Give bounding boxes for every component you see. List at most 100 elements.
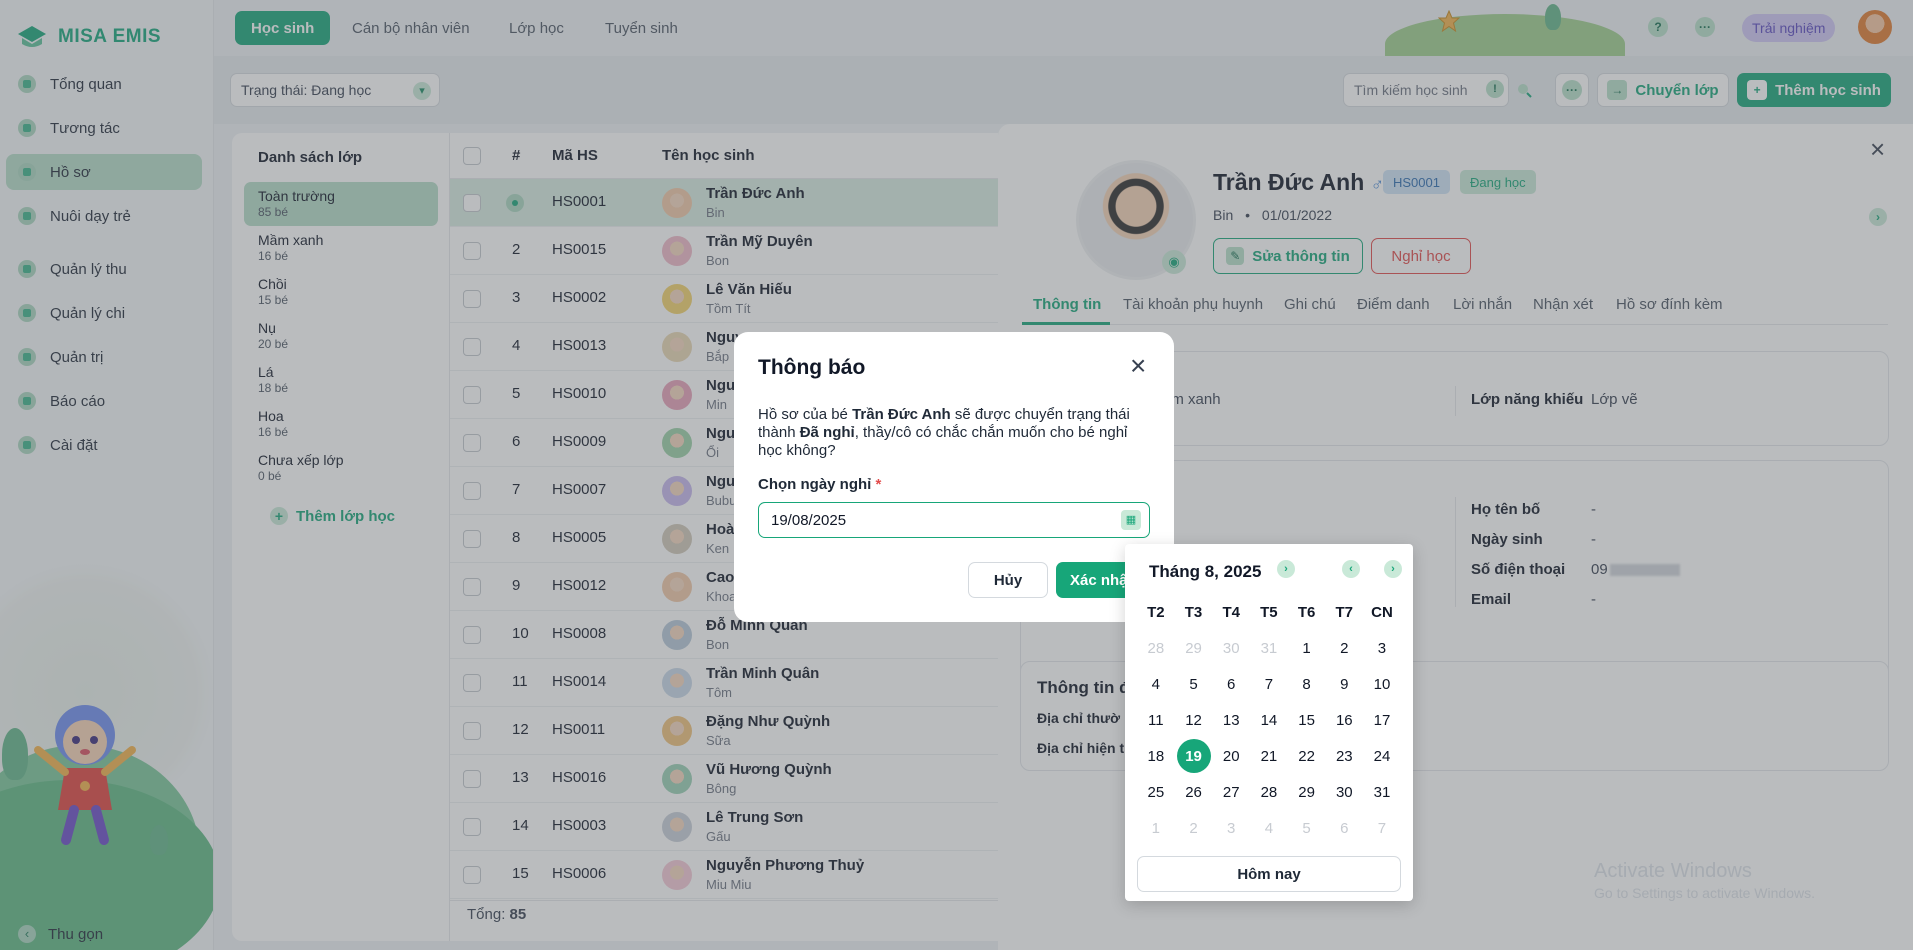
- calendar-day[interactable]: 3: [1212, 810, 1250, 846]
- day-number: 13: [1222, 711, 1240, 729]
- day-number: 3: [1377, 639, 1387, 657]
- msg-status: Đã nghỉ: [799, 424, 855, 441]
- day-number: 4: [1151, 675, 1161, 693]
- day-number: 29: [1298, 783, 1315, 801]
- calendar-day[interactable]: 15: [1288, 702, 1326, 738]
- day-number: 31: [1260, 639, 1278, 657]
- calendar-day[interactable]: 23: [1325, 738, 1363, 774]
- calendar-day[interactable]: 3: [1363, 630, 1401, 666]
- calendar-day[interactable]: 18: [1137, 738, 1175, 774]
- day-number: 5: [1189, 675, 1198, 693]
- date-label-text: Chọn ngày nghỉ: [758, 476, 872, 493]
- calendar-day[interactable]: 30: [1325, 774, 1363, 810]
- calendar-day[interactable]: 5: [1175, 666, 1213, 702]
- calendar-day[interactable]: 9: [1325, 666, 1363, 702]
- calendar-day[interactable]: 22: [1288, 738, 1326, 774]
- calendar-day[interactable]: 21: [1250, 738, 1288, 774]
- day-number: 30: [1222, 639, 1240, 657]
- next-month-button[interactable]: ›: [1384, 560, 1402, 578]
- day-number: 7: [1264, 675, 1274, 693]
- day-number: 26: [1185, 783, 1202, 801]
- calendar-day[interactable]: 4: [1137, 666, 1175, 702]
- day-number: 6: [1227, 675, 1236, 693]
- prev-month-button[interactable]: ‹: [1342, 560, 1360, 578]
- date-picker: Tháng 8, 2025 › ‹ › T2 T3 T4 T5 T6 T7 CN 28 29 30…: [1125, 544, 1413, 901]
- day-number: 28: [1260, 783, 1278, 801]
- day-number: 31: [1373, 783, 1391, 801]
- day-number: 1: [1302, 639, 1311, 657]
- day-number: 9: [1340, 675, 1349, 693]
- day-number: 7: [1377, 819, 1387, 837]
- calendar-day[interactable]: 10: [1363, 666, 1401, 702]
- confirm-dialog: Thông báo × Hồ sơ của bé Trần Đức Anh sẽ…: [734, 332, 1174, 622]
- calendar-day[interactable]: 30: [1212, 630, 1250, 666]
- weekday-header: CN: [1371, 603, 1393, 621]
- calendar-day[interactable]: 8: [1288, 666, 1326, 702]
- calendar-grid: T2 T3 T4 T5 T6 T7 CN 28 29 30 31 1 2 3 4 5 6 7 8 9 10 11 12 13 1…: [1137, 594, 1401, 846]
- day-number: 25: [1147, 783, 1165, 801]
- calendar-day[interactable]: 14: [1250, 702, 1288, 738]
- calendar-month-title[interactable]: Tháng 8, 2025: [1149, 562, 1261, 582]
- calendar-day[interactable]: 28: [1137, 630, 1175, 666]
- day-number: 10: [1373, 675, 1391, 693]
- watermark-title: Activate Windows: [1594, 860, 1752, 882]
- calendar-day[interactable]: 31: [1363, 774, 1401, 810]
- calendar-day[interactable]: 26: [1175, 774, 1213, 810]
- dialog-message: Hồ sơ của bé Trần Đức Anh sẽ được chuyển…: [758, 406, 1148, 460]
- calendar-day[interactable]: 6: [1325, 810, 1363, 846]
- weekday-header: T6: [1297, 603, 1316, 621]
- day-number: 20: [1222, 747, 1240, 765]
- calendar-day[interactable]: 4: [1250, 810, 1288, 846]
- calendar-day[interactable]: 29: [1288, 774, 1326, 810]
- dialog-title: Thông báo: [758, 356, 866, 379]
- weekday-header: T3: [1184, 603, 1203, 621]
- calendar-day[interactable]: 7: [1363, 810, 1401, 846]
- calendar-day[interactable]: 7: [1250, 666, 1288, 702]
- calendar-day[interactable]: 11: [1137, 702, 1175, 738]
- calendar-day[interactable]: 5: [1288, 810, 1326, 846]
- day-number: 4: [1264, 819, 1274, 837]
- day-number: 14: [1260, 711, 1278, 729]
- calendar-day[interactable]: 1: [1137, 810, 1175, 846]
- calendar-day[interactable]: 20: [1212, 738, 1250, 774]
- calendar-icon[interactable]: ▦: [1121, 510, 1141, 530]
- calendar-day[interactable]: 24: [1363, 738, 1401, 774]
- day-number: 2: [1340, 639, 1349, 657]
- calendar-day[interactable]: 2: [1325, 630, 1363, 666]
- calendar-day[interactable]: 6: [1212, 666, 1250, 702]
- cancel-button[interactable]: Hủy: [968, 562, 1048, 598]
- date-label: Chọn ngày nghỉ *: [758, 476, 881, 493]
- day-number: 16: [1335, 711, 1353, 729]
- day-number: 15: [1298, 711, 1315, 729]
- weekday-header: T2: [1147, 603, 1165, 621]
- day-number: 27: [1222, 783, 1240, 801]
- calendar-day[interactable]: 25: [1137, 774, 1175, 810]
- calendar-day[interactable]: 12: [1175, 702, 1213, 738]
- today-button[interactable]: Hôm nay: [1137, 856, 1401, 892]
- calendar-day[interactable]: 29: [1175, 630, 1213, 666]
- close-icon[interactable]: ×: [1130, 352, 1146, 380]
- calendar-day-selected[interactable]: 19: [1175, 738, 1213, 774]
- msg-student-name: Trần Đức Anh: [852, 406, 951, 423]
- day-number: 2: [1189, 819, 1198, 837]
- day-number: 6: [1340, 819, 1349, 837]
- calendar-day[interactable]: 31: [1250, 630, 1288, 666]
- day-number: 28: [1147, 639, 1165, 657]
- weekday-header: T5: [1260, 603, 1278, 621]
- calendar-day[interactable]: 16: [1325, 702, 1363, 738]
- calendar-day[interactable]: 13: [1212, 702, 1250, 738]
- chevron-right-icon[interactable]: ›: [1277, 560, 1295, 578]
- leave-date-value: 19/08/2025: [771, 511, 847, 529]
- calendar-day[interactable]: 1: [1288, 630, 1326, 666]
- day-number: 12: [1185, 711, 1202, 729]
- calendar-day[interactable]: 17: [1363, 702, 1401, 738]
- leave-date-input[interactable]: 19/08/2025 ▦: [758, 502, 1150, 538]
- calendar-day[interactable]: 2: [1175, 810, 1213, 846]
- activation-watermark: Activate Windows Go to Settings to activ…: [1594, 860, 1815, 901]
- day-number: 19: [1176, 739, 1211, 773]
- day-number: 3: [1227, 819, 1236, 837]
- watermark-subtitle: Go to Settings to activate Windows.: [1594, 885, 1815, 901]
- day-number: 5: [1302, 819, 1311, 837]
- calendar-day[interactable]: 27: [1212, 774, 1250, 810]
- calendar-day[interactable]: 28: [1250, 774, 1288, 810]
